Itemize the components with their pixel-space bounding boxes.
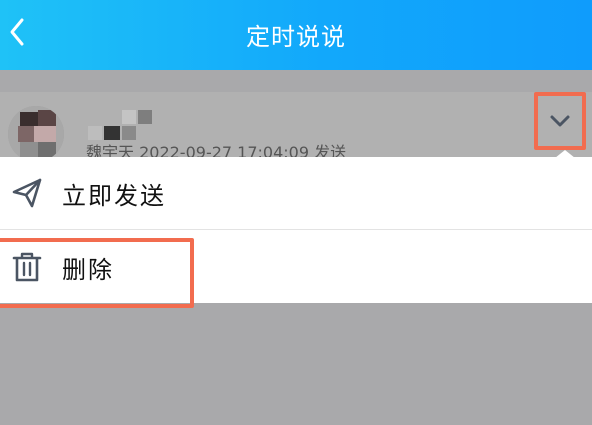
overlay-strip bbox=[0, 70, 592, 92]
trash-icon bbox=[10, 250, 44, 284]
page-title: 定时说说 bbox=[246, 23, 346, 51]
delete-label: 删除 bbox=[62, 255, 114, 284]
avatar bbox=[8, 106, 64, 162]
action-menu: 立即发送 删除 bbox=[0, 157, 592, 303]
header-bar: 定时说说 bbox=[0, 0, 592, 70]
menu-divider bbox=[0, 229, 592, 230]
chevron-down-icon bbox=[550, 115, 570, 127]
post-row: 魏宇天 2022-09-27 17:04:09 发送 bbox=[0, 92, 592, 162]
expand-menu-button[interactable] bbox=[534, 92, 586, 150]
scheduled-posts-screen: 定时说说 魏宇天 2022-09-27 17:04:09 发送 立即发送 删除 bbox=[0, 0, 592, 425]
send-now-label: 立即发送 bbox=[62, 181, 166, 210]
delete-menu-item[interactable]: 删除 bbox=[0, 231, 592, 303]
send-icon bbox=[10, 176, 44, 210]
send-now-menu-item[interactable]: 立即发送 bbox=[0, 157, 592, 229]
username-pixelated bbox=[88, 110, 154, 142]
